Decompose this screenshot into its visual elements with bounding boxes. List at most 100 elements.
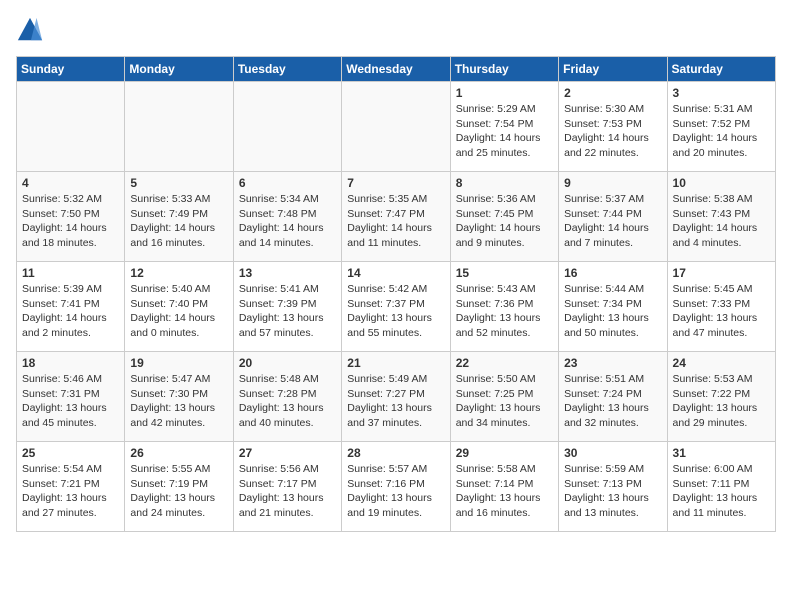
logo-icon (16, 16, 44, 44)
day-number: 23 (564, 356, 661, 370)
day-info: Sunrise: 5:39 AMSunset: 7:41 PMDaylight:… (22, 282, 119, 341)
day-number: 21 (347, 356, 444, 370)
day-number: 17 (673, 266, 770, 280)
day-info: Sunrise: 5:48 AMSunset: 7:28 PMDaylight:… (239, 372, 336, 431)
calendar-week-5: 25 Sunrise: 5:54 AMSunset: 7:21 PMDayligh… (17, 442, 776, 532)
calendar-cell: 30 Sunrise: 5:59 AMSunset: 7:13 PMDayligh… (559, 442, 667, 532)
calendar-cell (342, 82, 450, 172)
day-info: Sunrise: 5:54 AMSunset: 7:21 PMDaylight:… (22, 462, 119, 521)
column-header-tuesday: Tuesday (233, 57, 341, 82)
calendar-cell: 19Sunrise: 5:47 AMSunset: 7:30 PMDayligh… (125, 352, 233, 442)
day-number: 15 (456, 266, 553, 280)
day-number: 24 (673, 356, 770, 370)
day-info: Sunrise: 5:59 AMSunset: 7:13 PMDaylight:… (564, 462, 661, 521)
day-info: Sunrise: 5:58 AMSunset: 7:14 PMDaylight:… (456, 462, 553, 521)
calendar-cell: 16 Sunrise: 5:44 AMSunset: 7:34 PMDayligh… (559, 262, 667, 352)
column-header-friday: Friday (559, 57, 667, 82)
logo (16, 16, 48, 44)
day-info: Sunrise: 5:56 AMSunset: 7:17 PMDaylight:… (239, 462, 336, 521)
day-info: Sunrise: 5:35 AMSunset: 7:47 PMDaylight:… (347, 192, 444, 251)
day-number: 9 (564, 176, 661, 190)
day-number: 12 (130, 266, 227, 280)
calendar-cell: 28Sunrise: 5:57 AMSunset: 7:16 PMDayligh… (342, 442, 450, 532)
calendar-header-row: SundayMondayTuesdayWednesdayThursdayFrid… (17, 57, 776, 82)
day-info: Sunrise: 5:34 AMSunset: 7:48 PMDaylight:… (239, 192, 336, 251)
day-number: 13 (239, 266, 336, 280)
calendar-week-2: 4 Sunrise: 5:32 AMSunset: 7:50 PMDaylight… (17, 172, 776, 262)
calendar-cell: 6 Sunrise: 5:34 AMSunset: 7:48 PMDaylight… (233, 172, 341, 262)
calendar-cell: 29 Sunrise: 5:58 AMSunset: 7:14 PMDayligh… (450, 442, 558, 532)
day-number: 31 (673, 446, 770, 460)
day-info: Sunrise: 5:40 AMSunset: 7:40 PMDaylight:… (130, 282, 227, 341)
day-info: Sunrise: 5:33 AMSunset: 7:49 PMDaylight:… (130, 192, 227, 251)
column-header-monday: Monday (125, 57, 233, 82)
day-number: 3 (673, 86, 770, 100)
day-number: 4 (22, 176, 119, 190)
day-number: 8 (456, 176, 553, 190)
calendar-cell: 25 Sunrise: 5:54 AMSunset: 7:21 PMDayligh… (17, 442, 125, 532)
calendar-cell: 7Sunrise: 5:35 AMSunset: 7:47 PMDaylight… (342, 172, 450, 262)
day-info: Sunrise: 5:44 AMSunset: 7:34 PMDaylight:… (564, 282, 661, 341)
calendar-cell: 3 Sunrise: 5:31 AMSunset: 7:52 PMDaylight… (667, 82, 775, 172)
day-number: 29 (456, 446, 553, 460)
calendar-cell: 14 Sunrise: 5:42 AMSunset: 7:37 PMDayligh… (342, 262, 450, 352)
day-number: 20 (239, 356, 336, 370)
day-info: Sunrise: 5:29 AMSunset: 7:54 PMDaylight:… (456, 102, 553, 161)
day-info: Sunrise: 5:30 AMSunset: 7:53 PMDaylight:… (564, 102, 661, 161)
day-number: 26 (130, 446, 227, 460)
calendar-cell: 27 Sunrise: 5:56 AMSunset: 7:17 PMDayligh… (233, 442, 341, 532)
calendar-cell: 10Sunrise: 5:38 AMSunset: 7:43 PMDayligh… (667, 172, 775, 262)
day-number: 28 (347, 446, 444, 460)
page-header (16, 16, 776, 44)
day-number: 25 (22, 446, 119, 460)
day-number: 14 (347, 266, 444, 280)
calendar-week-3: 11 Sunrise: 5:39 AMSunset: 7:41 PMDayligh… (17, 262, 776, 352)
calendar-cell: 12 Sunrise: 5:40 AMSunset: 7:40 PMDayligh… (125, 262, 233, 352)
day-number: 6 (239, 176, 336, 190)
calendar-cell: 22Sunrise: 5:50 AMSunset: 7:25 PMDayligh… (450, 352, 558, 442)
day-info: Sunrise: 5:45 AMSunset: 7:33 PMDaylight:… (673, 282, 770, 341)
day-info: Sunrise: 5:42 AMSunset: 7:37 PMDaylight:… (347, 282, 444, 341)
day-number: 5 (130, 176, 227, 190)
calendar-table: SundayMondayTuesdayWednesdayThursdayFrid… (16, 56, 776, 532)
column-header-saturday: Saturday (667, 57, 775, 82)
column-header-thursday: Thursday (450, 57, 558, 82)
calendar-cell: 24 Sunrise: 5:53 AMSunset: 7:22 PMDayligh… (667, 352, 775, 442)
calendar-cell (233, 82, 341, 172)
day-number: 22 (456, 356, 553, 370)
calendar-cell: 1Sunrise: 5:29 AMSunset: 7:54 PMDaylight… (450, 82, 558, 172)
calendar-cell: 26 Sunrise: 5:55 AMSunset: 7:19 PMDayligh… (125, 442, 233, 532)
day-info: Sunrise: 5:49 AMSunset: 7:27 PMDaylight:… (347, 372, 444, 431)
calendar-cell: 8Sunrise: 5:36 AMSunset: 7:45 PMDaylight… (450, 172, 558, 262)
calendar-cell: 23 Sunrise: 5:51 AMSunset: 7:24 PMDayligh… (559, 352, 667, 442)
day-number: 11 (22, 266, 119, 280)
day-info: Sunrise: 5:31 AMSunset: 7:52 PMDaylight:… (673, 102, 770, 161)
calendar-week-4: 18 Sunrise: 5:46 AMSunset: 7:31 PMDayligh… (17, 352, 776, 442)
day-info: Sunrise: 5:53 AMSunset: 7:22 PMDaylight:… (673, 372, 770, 431)
day-info: Sunrise: 5:46 AMSunset: 7:31 PMDaylight:… (22, 372, 119, 431)
calendar-cell: 2 Sunrise: 5:30 AMSunset: 7:53 PMDaylight… (559, 82, 667, 172)
calendar-cell: 17 Sunrise: 5:45 AMSunset: 7:33 PMDayligh… (667, 262, 775, 352)
column-header-wednesday: Wednesday (342, 57, 450, 82)
day-number: 16 (564, 266, 661, 280)
day-number: 30 (564, 446, 661, 460)
day-info: Sunrise: 5:41 AMSunset: 7:39 PMDaylight:… (239, 282, 336, 341)
calendar-cell: 5 Sunrise: 5:33 AMSunset: 7:49 PMDaylight… (125, 172, 233, 262)
calendar-cell: 21 Sunrise: 5:49 AMSunset: 7:27 PMDayligh… (342, 352, 450, 442)
day-number: 27 (239, 446, 336, 460)
day-info: Sunrise: 6:00 AMSunset: 7:11 PMDaylight:… (673, 462, 770, 521)
day-number: 2 (564, 86, 661, 100)
calendar-cell: 13 Sunrise: 5:41 AMSunset: 7:39 PMDayligh… (233, 262, 341, 352)
day-number: 19 (130, 356, 227, 370)
day-info: Sunrise: 5:32 AMSunset: 7:50 PMDaylight:… (22, 192, 119, 251)
day-info: Sunrise: 5:55 AMSunset: 7:19 PMDaylight:… (130, 462, 227, 521)
calendar-cell: 15 Sunrise: 5:43 AMSunset: 7:36 PMDayligh… (450, 262, 558, 352)
calendar-week-1: 1Sunrise: 5:29 AMSunset: 7:54 PMDaylight… (17, 82, 776, 172)
day-number: 18 (22, 356, 119, 370)
day-info: Sunrise: 5:38 AMSunset: 7:43 PMDaylight:… (673, 192, 770, 251)
day-info: Sunrise: 5:43 AMSunset: 7:36 PMDaylight:… (456, 282, 553, 341)
calendar-cell: 11 Sunrise: 5:39 AMSunset: 7:41 PMDayligh… (17, 262, 125, 352)
calendar-cell: 31 Sunrise: 6:00 AMSunset: 7:11 PMDayligh… (667, 442, 775, 532)
day-info: Sunrise: 5:51 AMSunset: 7:24 PMDaylight:… (564, 372, 661, 431)
calendar-cell: 9Sunrise: 5:37 AMSunset: 7:44 PMDaylight… (559, 172, 667, 262)
